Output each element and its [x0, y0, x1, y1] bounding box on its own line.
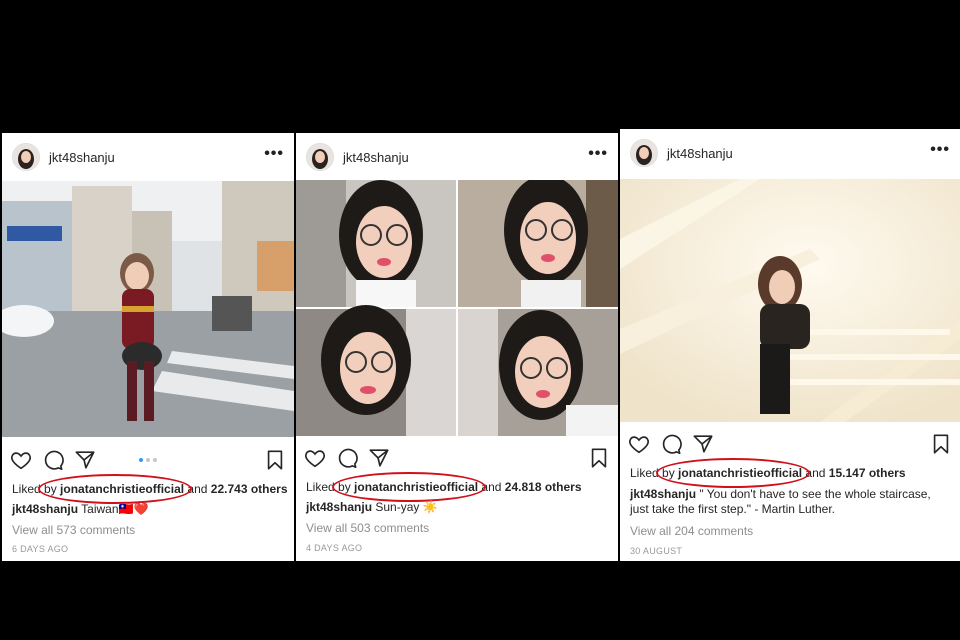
action-bar [304, 443, 610, 473]
post-username[interactable]: jkt48shanju [49, 150, 264, 165]
view-comments-link[interactable]: View all 204 comments [630, 524, 753, 538]
avatar[interactable] [306, 143, 334, 171]
likes-line: Liked by jonatanchristieofficial and 15.… [630, 466, 906, 480]
caption-username[interactable]: jkt48shanju [306, 500, 372, 514]
post-photo[interactable] [620, 179, 960, 422]
share-icon[interactable] [74, 449, 96, 471]
heart-icon[interactable] [628, 433, 650, 455]
post-timestamp: 30 AUGUST [630, 546, 683, 556]
more-icon[interactable]: ••• [588, 146, 608, 165]
share-icon[interactable] [368, 447, 390, 469]
bookmark-icon[interactable] [588, 447, 610, 469]
post-timestamp: 4 DAYS AGO [306, 543, 363, 553]
more-icon[interactable]: ••• [930, 142, 950, 161]
caption: jkt48shanju Sun-yay ☀️ [306, 500, 608, 515]
carousel-dot [146, 458, 150, 462]
caption-text: Sun-yay ☀️ [375, 500, 438, 514]
caption: jkt48shanju Taiwan🇹🇼❤️ [12, 502, 284, 517]
action-bar [10, 445, 286, 475]
share-icon[interactable] [692, 433, 714, 455]
heart-icon[interactable] [304, 447, 326, 469]
post-card-1: jkt48shanju ••• Liked by jonatanchristie… [2, 133, 294, 561]
post-photo[interactable] [2, 181, 294, 437]
caption-username[interactable]: jkt48shanju [630, 487, 696, 501]
comment-icon[interactable] [42, 449, 64, 471]
caption-text: Taiwan🇹🇼❤️ [81, 502, 149, 516]
post-card-3: jkt48shanju ••• Liked by jonatanchristie… [620, 129, 960, 561]
likes-others-link[interactable]: 15.147 others [829, 466, 906, 480]
likes-line: Liked by jonatanchristieofficial and 22.… [12, 482, 288, 496]
likes-others-link[interactable]: 22.743 others [211, 482, 288, 496]
comment-icon[interactable] [336, 447, 358, 469]
likes-others-link[interactable]: 24.818 others [505, 480, 582, 494]
post-username[interactable]: jkt48shanju [343, 150, 588, 165]
avatar[interactable] [12, 143, 40, 171]
view-comments-link[interactable]: View all 573 comments [12, 523, 135, 537]
avatar[interactable] [630, 139, 658, 167]
heart-icon[interactable] [10, 449, 32, 471]
caption: jkt48shanju " You don't have to see the … [630, 487, 950, 517]
comment-icon[interactable] [660, 433, 682, 455]
likes-line: Liked by jonatanchristieofficial and 24.… [306, 480, 582, 494]
liked-by-user-link[interactable]: jonatanchristieofficial [678, 466, 802, 480]
more-icon[interactable]: ••• [264, 146, 284, 165]
post-username[interactable]: jkt48shanju [667, 146, 930, 161]
bookmark-icon[interactable] [930, 433, 952, 455]
post-header: jkt48shanju ••• [296, 133, 618, 181]
caption-username[interactable]: jkt48shanju [12, 502, 78, 516]
post-timestamp: 6 DAYS AGO [12, 544, 69, 554]
carousel-dot [139, 458, 143, 462]
post-header: jkt48shanju ••• [620, 129, 960, 177]
carousel-indicator [139, 458, 157, 462]
liked-by-user-link[interactable]: jonatanchristieofficial [60, 482, 184, 496]
view-comments-link[interactable]: View all 503 comments [306, 521, 429, 535]
liked-by-user-link[interactable]: jonatanchristieofficial [354, 480, 478, 494]
post-photo-grid[interactable] [296, 180, 618, 436]
carousel-dot [153, 458, 157, 462]
post-card-2: jkt48shanju ••• Liked by jonatanchristie… [296, 133, 618, 561]
bookmark-icon[interactable] [264, 449, 286, 471]
post-header: jkt48shanju ••• [2, 133, 294, 181]
action-bar [628, 429, 952, 459]
